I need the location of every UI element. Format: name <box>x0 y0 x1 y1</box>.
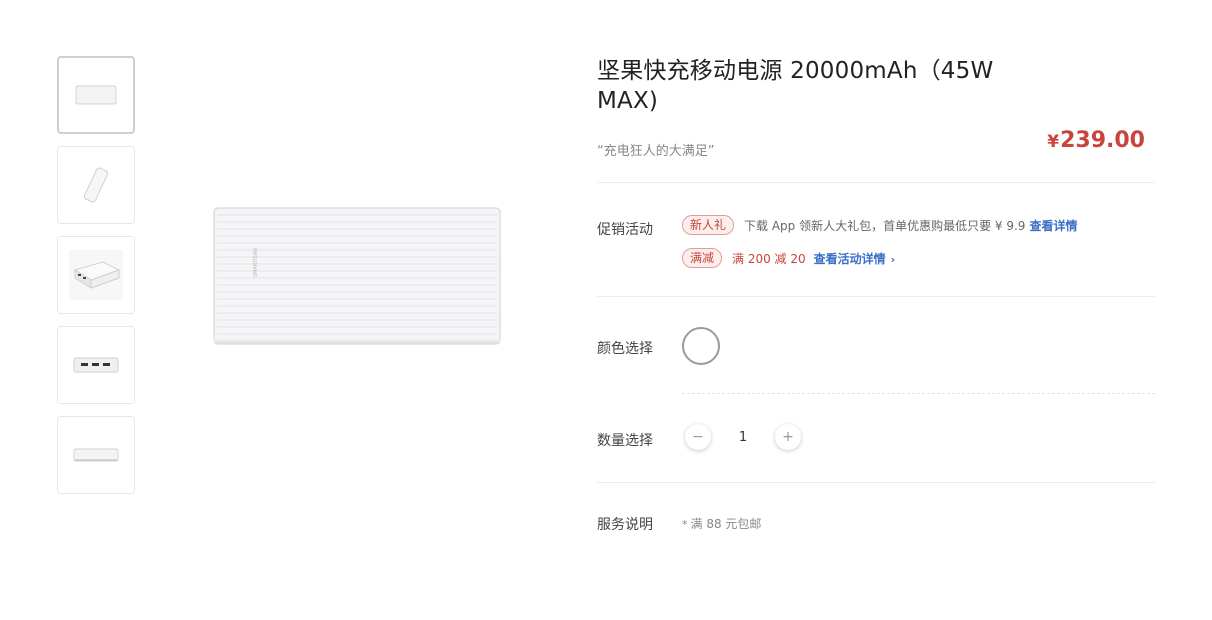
price-currency: ¥ <box>1047 132 1060 152</box>
thumbnail-ports[interactable] <box>57 326 135 404</box>
powerbank-angle-image <box>83 167 109 203</box>
product-price: ¥239.00 <box>1047 128 1145 153</box>
price-value: 239.00 <box>1060 128 1145 153</box>
svg-text:SMARTISAN: SMARTISAN <box>253 248 259 277</box>
quantity-stepper: − 1 + <box>685 424 801 450</box>
promotion-text: 满 200 减 20 <box>732 251 806 266</box>
product-main-image: SMARTISAN <box>213 207 501 345</box>
divider <box>597 482 1155 483</box>
decrease-quantity-button[interactable]: − <box>685 424 711 450</box>
powerbank-perspective-image <box>69 250 123 300</box>
divider <box>597 296 1155 297</box>
promotion-tag: 满减 <box>682 248 723 268</box>
thumbnail-list <box>57 56 137 506</box>
promotion-label: 促销活动 <box>597 222 653 238</box>
promotion-text: 下载 App 领新人大礼包，首单优惠购最低只要 ¥ 9.9 <box>744 218 1026 233</box>
powerbank-side-image <box>73 448 119 462</box>
powerbank-ports-image <box>73 357 119 373</box>
thumbnail-ports-perspective[interactable] <box>57 236 135 314</box>
chevron-right-icon: › <box>890 252 896 266</box>
thumbnail-front[interactable] <box>57 56 135 134</box>
asterisk: * <box>682 518 688 531</box>
increase-quantity-button[interactable]: + <box>775 424 801 450</box>
divider <box>597 182 1155 183</box>
link-label: 查看活动详情 <box>813 251 886 266</box>
promotion-item-discount: 满减 满 200 减 20 查看活动详情 › <box>682 248 895 268</box>
product-title: 坚果快充移动电源 20000mAh（45W MAX) <box>597 58 994 114</box>
color-swatch-white[interactable] <box>682 327 720 365</box>
minus-icon: − <box>692 429 704 445</box>
service-note: * 满 88 元包邮 <box>682 515 761 532</box>
quantity-label: 数量选择 <box>597 433 653 449</box>
quantity-value[interactable]: 1 <box>711 430 775 445</box>
dashed-divider <box>682 393 1155 394</box>
powerbank-front-image <box>75 85 117 105</box>
thumbnail-side[interactable] <box>57 416 135 494</box>
promotion-item-newuser: 新人礼 下载 App 领新人大礼包，首单优惠购最低只要 ¥ 9.9 查看详情 <box>682 215 1077 235</box>
service-text: 满 88 元包邮 <box>690 517 762 531</box>
service-label: 服务说明 <box>597 517 653 533</box>
subtitle-price-row: “充电狂人的大满足” ¥239.00 <box>597 128 1155 168</box>
thumbnail-angle[interactable] <box>57 146 135 224</box>
promotion-tag: 新人礼 <box>682 215 735 235</box>
view-details-link[interactable]: 查看详情 <box>1029 217 1077 234</box>
view-activity-details-link[interactable]: 查看活动详情 › <box>814 250 896 267</box>
product-info: 坚果快充移动电源 20000mAh（45W MAX) “充电狂人的大满足” ¥2… <box>597 56 1155 533</box>
color-label: 颜色选择 <box>597 341 653 357</box>
powerbank-main-image: SMARTISAN <box>213 207 501 345</box>
plus-icon: + <box>782 429 794 445</box>
product-subtitle: “充电狂人的大满足” <box>597 144 715 159</box>
